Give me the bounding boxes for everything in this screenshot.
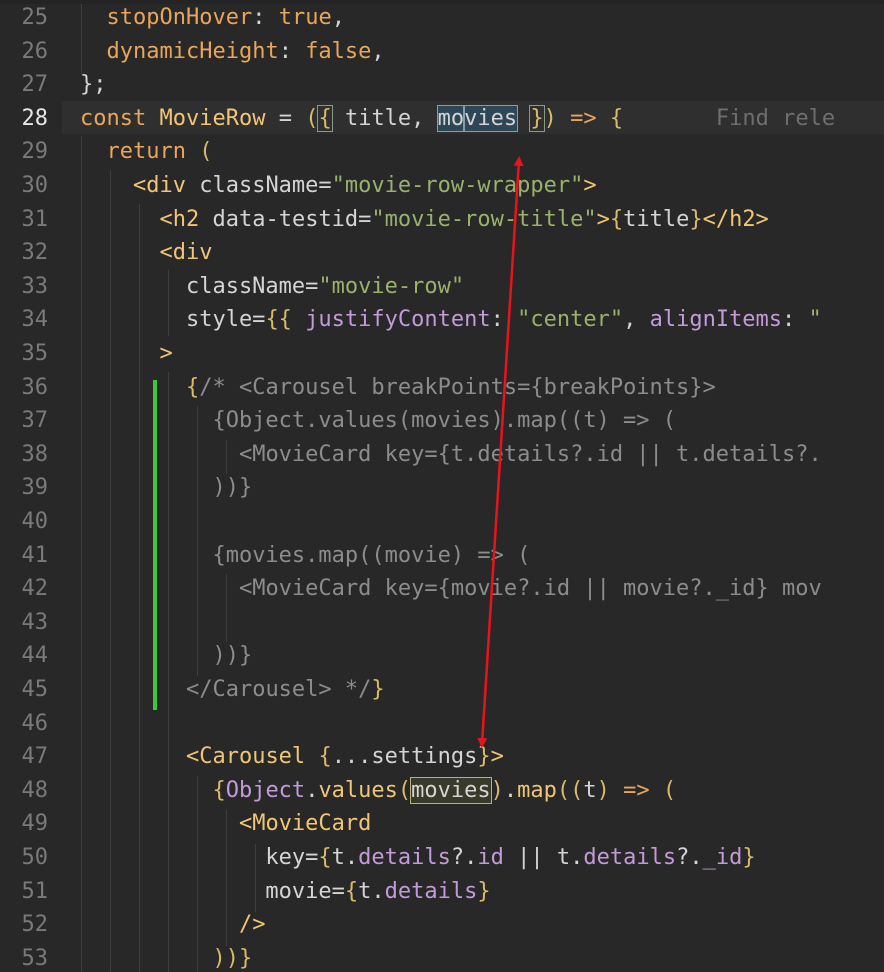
code-editor[interactable]: 25 26 27 28 29 30 31 32 33 34 35 36 37 38 39 40 41 42 43 44… [0, 0, 884, 972]
annotation-arrow [477, 156, 524, 748]
annotation-arrow-line [477, 156, 524, 748]
